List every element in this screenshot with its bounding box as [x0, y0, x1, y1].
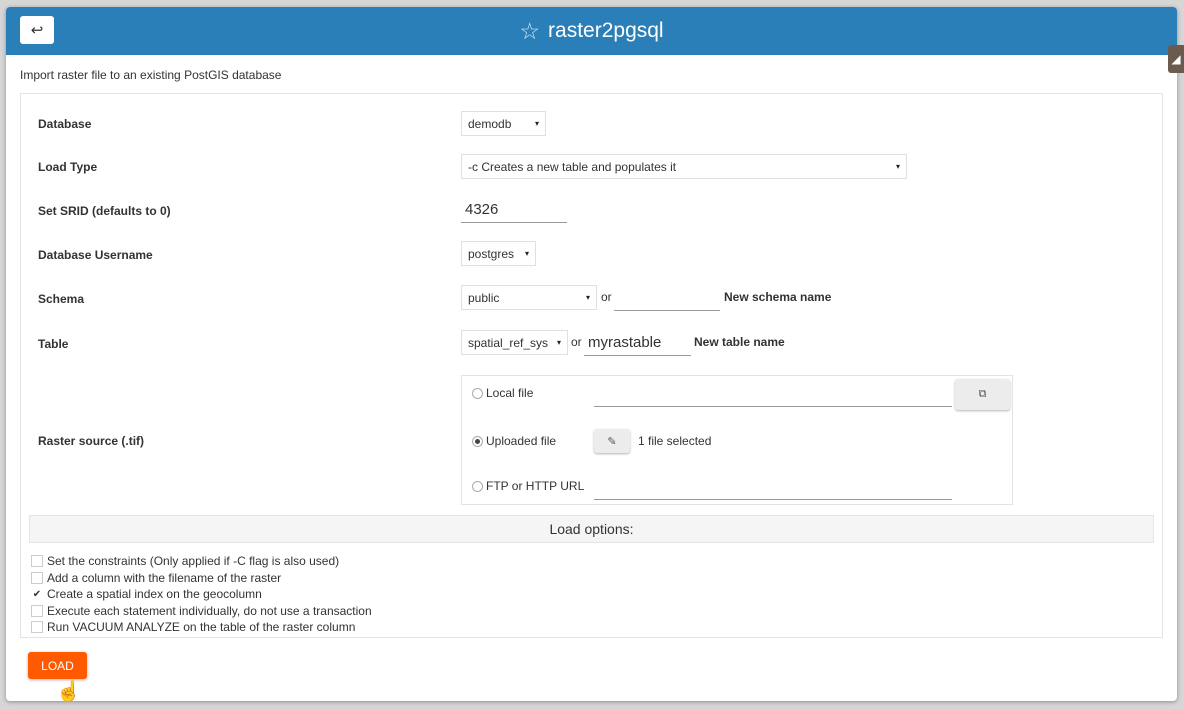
load-type-select-value: -c Creates a new table and populates it [468, 159, 677, 174]
uploaded-file-label: Uploaded file [486, 434, 557, 448]
checkbox-checked-icon[interactable]: ✔ [31, 588, 43, 600]
database-select-value: demodb [468, 116, 512, 131]
new-table-input[interactable] [584, 330, 691, 356]
dialog-title: ☆ raster2pgsql [6, 7, 1177, 55]
form-panel: Database demodb ▾ Load Type -c Creates a… [20, 93, 1163, 638]
new-schema-input[interactable] [614, 285, 720, 311]
table-or-text: or [571, 335, 582, 349]
table-select[interactable]: spatial_ref_sys ▾ [461, 330, 568, 355]
back-button[interactable]: ↩ [20, 16, 54, 44]
chevron-down-icon: ▾ [534, 119, 539, 128]
local-file-label: Local file [486, 386, 534, 400]
file-selected-status: 1 file selected [638, 434, 712, 448]
raster-source-box: Local file ⧉ Uploaded file ✎ 1 file sele… [461, 375, 1013, 505]
dialog-subtitle: Import raster file to an existing PostGI… [20, 68, 282, 82]
hand-cursor-icon: ☝ [56, 681, 81, 701]
username-select[interactable]: postgres ▾ [461, 241, 536, 266]
new-schema-hint: New schema name [724, 290, 832, 304]
uploaded-file-radio[interactable]: Uploaded file [472, 434, 556, 448]
copy-icon: ⧉ [978, 388, 987, 400]
radio-checked-icon [472, 435, 483, 447]
username-label: Database Username [38, 248, 153, 262]
schema-select-value: public [468, 290, 500, 305]
srid-label: Set SRID (defaults to 0) [38, 204, 171, 218]
schema-or-text: or [601, 290, 612, 304]
database-select[interactable]: demodb ▾ [461, 111, 546, 136]
browse-button[interactable]: ⧉ [955, 379, 1010, 410]
checkbox-unchecked-icon[interactable] [31, 621, 43, 633]
return-arrow-icon: ↩ [30, 22, 44, 39]
option-label: Add a column with the filename of the ra… [47, 571, 282, 585]
new-table-hint: New table name [694, 335, 785, 349]
option-spatial-index[interactable]: ✔ Create a spatial index on the geocolum… [31, 587, 262, 601]
option-label: Run VACUUM ANALYZE on the table of the r… [47, 620, 356, 634]
url-radio[interactable]: FTP or HTTP URL [472, 479, 584, 493]
raster2pgsql-dialog: ☆ raster2pgsql ↩ Import raster file to a… [6, 7, 1177, 701]
schema-label: Schema [38, 292, 85, 306]
load-type-select[interactable]: -c Creates a new table and populates it … [461, 154, 907, 179]
dialog-title-text: raster2pgsql [548, 19, 664, 42]
table-select-value: spatial_ref_sys [468, 335, 549, 350]
radio-unchecked-icon [472, 480, 483, 492]
url-label: FTP or HTTP URL [486, 479, 585, 493]
checkbox-unchecked-icon[interactable] [31, 555, 43, 567]
username-select-value: postgres [468, 246, 515, 261]
side-notification-tab[interactable]: ◢ [1168, 45, 1184, 73]
srid-input[interactable] [461, 197, 567, 223]
option-filename-column[interactable]: Add a column with the filename of the ra… [31, 571, 281, 585]
table-label: Table [38, 337, 69, 351]
bell-icon: ◢ [1171, 52, 1181, 66]
chevron-down-icon: ▾ [895, 162, 900, 171]
option-vacuum-analyze[interactable]: Run VACUUM ANALYZE on the table of the r… [31, 620, 355, 634]
load-type-label: Load Type [38, 160, 98, 174]
checkbox-unchecked-icon[interactable] [31, 572, 43, 584]
option-no-transaction[interactable]: Execute each statement individually, do … [31, 604, 372, 618]
load-options-header: Load options: [29, 515, 1154, 543]
local-file-radio[interactable]: Local file [472, 386, 533, 400]
checkbox-unchecked-icon[interactable] [31, 605, 43, 617]
database-label: Database [38, 117, 92, 131]
schema-select[interactable]: public ▾ [461, 285, 597, 310]
local-file-input[interactable] [594, 381, 952, 407]
paperclip-icon: ✎ [607, 435, 617, 448]
load-button[interactable]: LOAD [28, 652, 87, 679]
dialog-header: ☆ raster2pgsql ↩ [6, 7, 1177, 55]
attach-file-button[interactable]: ✎ [594, 429, 630, 453]
chevron-down-icon: ▾ [556, 338, 561, 347]
chevron-down-icon: ▾ [585, 293, 590, 302]
raster-source-label: Raster source (.tif) [38, 434, 145, 448]
chevron-down-icon: ▾ [524, 249, 529, 258]
url-input[interactable] [594, 474, 952, 500]
option-label: Set the constraints (Only applied if -C … [47, 554, 340, 568]
star-icon[interactable]: ☆ [519, 18, 540, 45]
option-label: Create a spatial index on the geocolumn [47, 587, 262, 601]
option-constraints[interactable]: Set the constraints (Only applied if -C … [31, 554, 339, 568]
radio-unchecked-icon [472, 387, 483, 399]
option-label: Execute each statement individually, do … [47, 604, 372, 618]
